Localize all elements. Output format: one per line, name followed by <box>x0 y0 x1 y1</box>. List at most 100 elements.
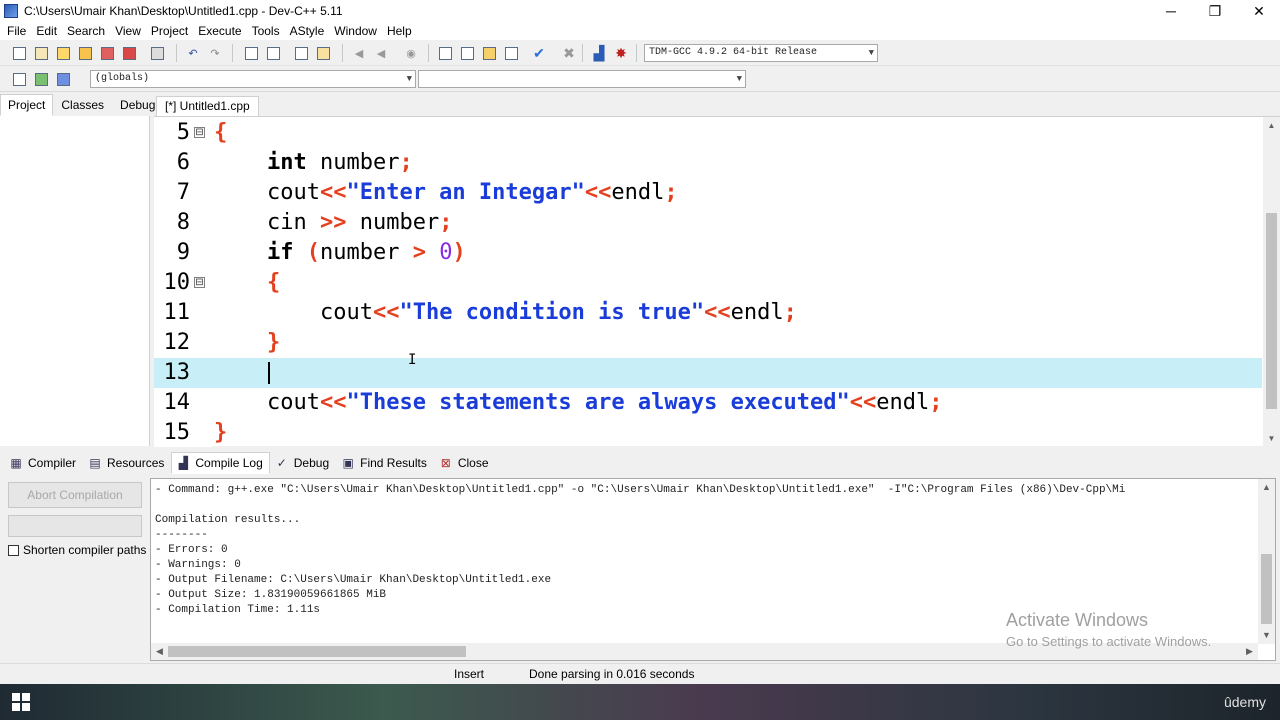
stop-icon[interactable]: ✖ <box>560 44 578 62</box>
menu-astyle[interactable]: AStyle <box>285 24 330 38</box>
toolbar-separator <box>428 44 429 62</box>
project-browser[interactable] <box>0 116 150 446</box>
new-file-icon[interactable] <box>10 44 28 62</box>
find-icon[interactable] <box>242 44 260 62</box>
profile-icon[interactable]: ▟ <box>590 44 608 62</box>
grid-icon: ▦ <box>10 456 22 470</box>
menu-project[interactable]: Project <box>146 24 193 38</box>
undo-icon[interactable]: ↶ <box>184 44 202 62</box>
editor-tabs: [*] Untitled1.cpp <box>154 94 1280 116</box>
find-icon: ▣ <box>342 456 354 470</box>
log-line: - Output Filename: C:\Users\Umair Khan\D… <box>155 574 552 586</box>
tab-compile-log[interactable]: ▟ Compile Log <box>171 452 270 474</box>
tab-untitled1[interactable]: [*] Untitled1.cpp <box>156 96 259 116</box>
menu-view[interactable]: View <box>110 24 146 38</box>
save-icon[interactable] <box>54 44 72 62</box>
log-vertical-scrollbar[interactable]: ▲ ▼ <box>1258 479 1275 644</box>
scroll-thumb[interactable] <box>1261 554 1272 624</box>
scroll-thumb[interactable] <box>168 646 466 657</box>
title-bar: C:\Users\Umair Khan\Desktop\Untitled1.cp… <box>0 0 1280 22</box>
tab-debug-bottom[interactable]: ✓ Debug <box>270 452 336 474</box>
goto-line-icon[interactable] <box>32 70 50 88</box>
text-caret <box>268 362 270 384</box>
code-text: cout<<"These statements are always execu… <box>266 390 943 415</box>
close-all-icon[interactable] <box>120 44 138 62</box>
redo-icon[interactable]: ↷ <box>206 44 224 62</box>
goto-icon[interactable]: ◉ <box>402 44 420 62</box>
menu-window[interactable]: Window <box>329 24 382 38</box>
udemy-logo: ûdemy <box>1223 694 1266 710</box>
delete-profile-icon[interactable]: ✸ <box>612 44 630 62</box>
insert-icon[interactable] <box>10 70 28 88</box>
checkbox-box[interactable] <box>8 544 19 556</box>
close-file-icon[interactable] <box>98 44 116 62</box>
log-line: Compilation results... <box>155 514 301 526</box>
back-icon[interactable]: ◀ <box>350 44 368 62</box>
window-icon[interactable] <box>458 44 476 62</box>
editor-vertical-scrollbar[interactable]: ▲ ▼ <box>1263 117 1280 447</box>
fold-toggle-icon[interactable]: ⊟ <box>194 277 205 288</box>
syntax-check-icon[interactable]: ✔ <box>530 44 548 62</box>
insert-mode-indicator: Insert <box>454 667 485 681</box>
layout-icon[interactable] <box>436 44 454 62</box>
toolbar-separator <box>176 44 177 62</box>
line-number: 13 <box>163 360 191 385</box>
shorten-paths-checkbox[interactable]: Shorten compiler paths <box>8 543 146 557</box>
scope-select-value: (globals) <box>95 73 150 84</box>
abort-compilation-button[interactable]: Abort Compilation <box>8 482 142 508</box>
scroll-down-icon[interactable]: ▼ <box>1258 627 1275 644</box>
menu-file[interactable]: File <box>2 24 31 38</box>
minimize-button[interactable]: ─ <box>1148 0 1194 22</box>
forward-icon[interactable]: ◀ <box>372 44 390 62</box>
menu-execute[interactable]: Execute <box>193 24 246 38</box>
code-line: 9 if (number > 0) <box>154 238 1262 268</box>
scroll-thumb[interactable] <box>1266 213 1277 409</box>
line-number: 14 <box>163 390 191 415</box>
toggle-icon[interactable] <box>480 44 498 62</box>
code-text: int number; <box>266 150 413 175</box>
tab-project[interactable]: Project <box>0 94 54 116</box>
scope-select[interactable]: (globals) ▼ <box>90 70 416 88</box>
tab-find-results[interactable]: ▣ Find Results <box>336 452 434 474</box>
scroll-up-icon[interactable]: ▲ <box>1258 479 1275 496</box>
line-number: 10 <box>163 270 191 295</box>
log-line: - Command: g++.exe "C:\Users\Umair Khan\… <box>155 484 1126 496</box>
bookmark-icon[interactable] <box>54 70 72 88</box>
compiler-select[interactable]: TDM-GCC 4.9.2 64-bit Release ▼ <box>644 44 878 62</box>
unindent-icon[interactable] <box>314 44 332 62</box>
current-line: 13 <box>154 358 1262 388</box>
line-number: 7 <box>176 180 190 205</box>
log-line: - Output Size: 1.83190059661865 MiB <box>155 589 387 601</box>
tab-resources[interactable]: ▤ Resources <box>83 452 171 474</box>
tab-compiler[interactable]: ▦ Compiler <box>4 452 83 474</box>
tab-close[interactable]: ⊠ Close <box>434 452 496 474</box>
tab-classes[interactable]: Classes <box>53 94 112 116</box>
replace-icon[interactable] <box>264 44 282 62</box>
scroll-left-icon[interactable]: ◀ <box>151 643 168 660</box>
fold-toggle-icon[interactable]: ⊟ <box>194 127 205 138</box>
close-button[interactable]: ✕ <box>1236 0 1280 22</box>
scroll-up-icon[interactable]: ▲ <box>1263 117 1280 134</box>
tile-icon[interactable] <box>502 44 520 62</box>
restore-button[interactable]: ❐ <box>1192 0 1238 22</box>
menu-help[interactable]: Help <box>382 24 417 38</box>
scroll-down-icon[interactable]: ▼ <box>1263 430 1280 447</box>
print-icon[interactable] <box>148 44 166 62</box>
save-all-icon[interactable] <box>76 44 94 62</box>
scroll-right-icon[interactable]: ▶ <box>1241 643 1258 660</box>
member-select[interactable]: ▼ <box>418 70 746 88</box>
class-toolbar: (globals) ▼ ▼ <box>0 66 1280 92</box>
compile-progress-bar <box>8 515 142 537</box>
log-line: - Warnings: 0 <box>155 559 241 571</box>
menu-edit[interactable]: Edit <box>31 24 62 38</box>
log-line: - Compilation Time: 1.11s <box>155 604 321 616</box>
menu-tools[interactable]: Tools <box>247 24 285 38</box>
code-text: cout<<"The condition is true"<<endl; <box>319 300 797 325</box>
chart-icon: ▟ <box>178 456 188 470</box>
indent-icon[interactable] <box>292 44 310 62</box>
line-number: 5 <box>176 120 190 145</box>
windows-start-icon[interactable] <box>12 693 30 711</box>
open-file-icon[interactable] <box>32 44 50 62</box>
menu-search[interactable]: Search <box>62 24 110 38</box>
code-editor[interactable]: 5 ⊟ { 6 int number; 7 cout<<"Enter an In… <box>154 116 1280 447</box>
